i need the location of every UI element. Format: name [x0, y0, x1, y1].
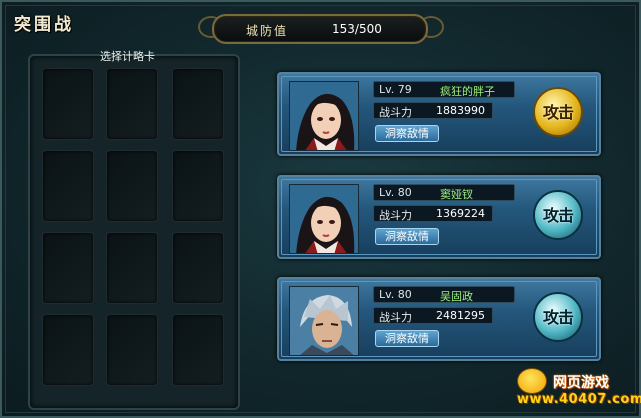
strategy-card-slot[interactable]	[172, 314, 224, 386]
strategy-card-slot[interactable]	[42, 232, 94, 304]
mascot-icon	[517, 368, 547, 394]
enemy-power-label: 战斗力	[379, 209, 412, 222]
enemy-row: Lv. 80 吴固政 战斗力 2481295 洞察敌情 攻击	[277, 277, 601, 361]
enemy-row: Lv. 80 窦娅钗 战斗力 1369224 洞察敌情 攻击	[277, 175, 601, 259]
scout-button[interactable]: 洞察敌情	[375, 125, 439, 142]
attack-button[interactable]: 攻击	[533, 190, 583, 240]
site-watermark: 网页游戏 www.40407.com	[513, 366, 641, 414]
enemy-level: Lv. 80	[379, 186, 412, 199]
defense-value: 153/500	[332, 22, 382, 36]
enemy-name: 窦娅钗	[440, 188, 473, 201]
enemy-power-box: 战斗力 2481295	[373, 307, 493, 324]
strategy-card-slot[interactable]	[172, 68, 224, 140]
scout-button[interactable]: 洞察敌情	[375, 330, 439, 347]
male-warrior-portrait	[289, 286, 359, 356]
enemy-power-box: 战斗力 1883990	[373, 102, 493, 119]
strategy-card-slot[interactable]	[42, 314, 94, 386]
enemy-power-label: 战斗力	[379, 311, 412, 324]
enemy-level-box: Lv. 79 疯狂的胖子	[373, 81, 515, 98]
enemy-power-value: 1883990	[436, 104, 485, 117]
strategy-card-slot[interactable]	[106, 314, 158, 386]
strategy-card-slot[interactable]	[42, 150, 94, 222]
scout-button[interactable]: 洞察敌情	[375, 228, 439, 245]
enemy-name: 疯狂的胖子	[440, 85, 495, 98]
female-warrior-portrait	[289, 184, 359, 254]
enemy-name: 吴固政	[440, 290, 473, 303]
window-title: 突围战	[14, 15, 74, 35]
enemy-level: Lv. 80	[379, 288, 412, 301]
enemy-power-value: 1369224	[436, 207, 485, 220]
watermark-line1: 网页游戏	[553, 375, 609, 391]
attack-button[interactable]: 攻击	[533, 87, 583, 137]
strategy-card-slot[interactable]	[172, 150, 224, 222]
enemy-level-box: Lv. 80 窦娅钗	[373, 184, 515, 201]
enemy-power-value: 2481295	[436, 309, 485, 322]
strategy-card-slot[interactable]	[106, 232, 158, 304]
strategy-card-title: 选择计略卡	[100, 50, 155, 63]
enemy-row: Lv. 79 疯狂的胖子 战斗力 1883990 洞察敌情 攻击	[277, 72, 601, 156]
defense-bar: 城防值 153/500	[212, 14, 428, 44]
enemy-power-label: 战斗力	[379, 106, 412, 119]
watermark-line2: www.40407.com	[517, 392, 641, 407]
female-warrior-portrait	[289, 81, 359, 151]
defense-label: 城防值	[246, 24, 289, 38]
strategy-card-slot[interactable]	[42, 68, 94, 140]
strategy-card-slot[interactable]	[172, 232, 224, 304]
strategy-card-slot[interactable]	[106, 150, 158, 222]
enemy-level-box: Lv. 80 吴固政	[373, 286, 515, 303]
strategy-card-slot[interactable]	[106, 68, 158, 140]
attack-button[interactable]: 攻击	[533, 292, 583, 342]
enemy-level: Lv. 79	[379, 83, 412, 96]
enemy-power-box: 战斗力 1369224	[373, 205, 493, 222]
